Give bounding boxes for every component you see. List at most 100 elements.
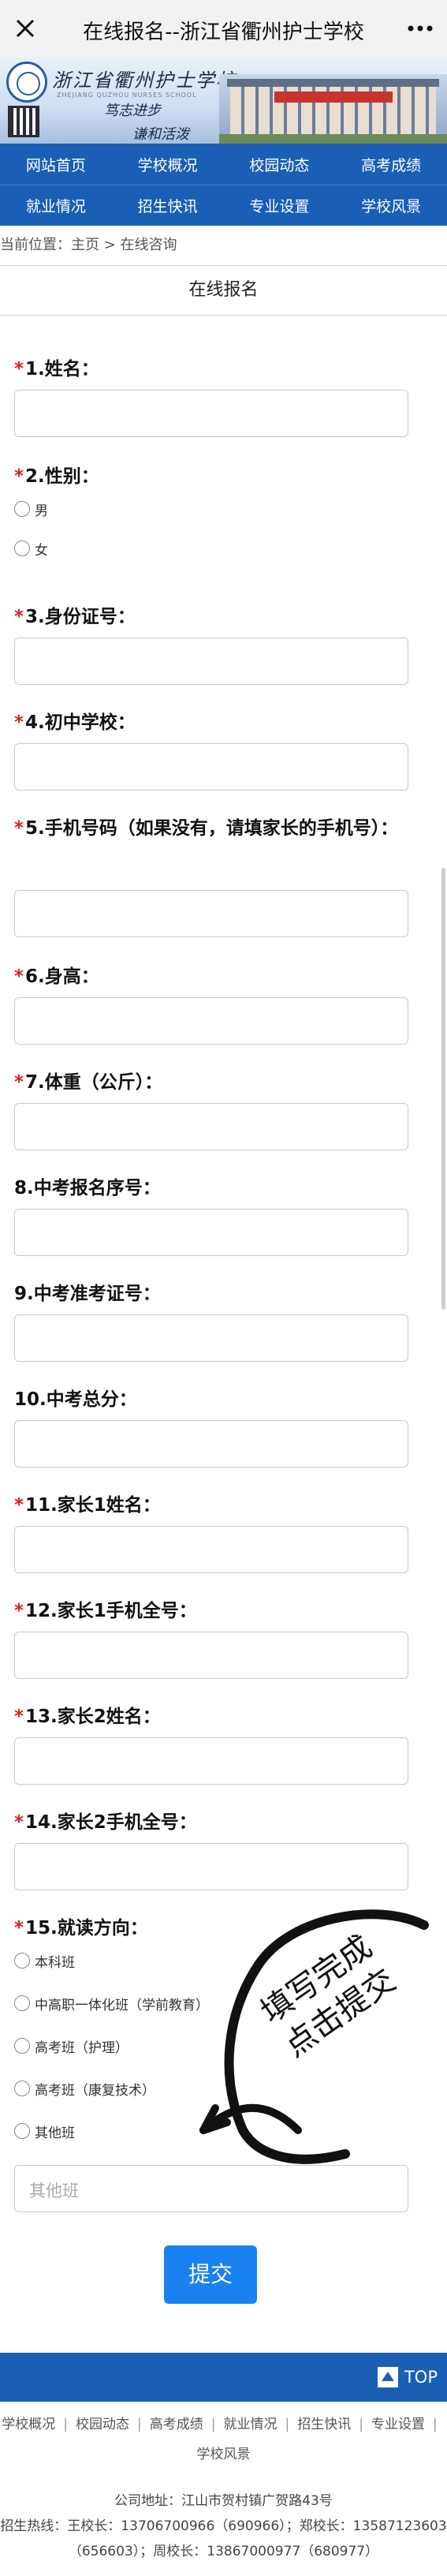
footer-link[interactable]: 学校概况 (2, 2417, 55, 2432)
weight-input[interactable] (14, 1103, 408, 1150)
field-label-text: 11.家长1姓名： (25, 1495, 161, 1516)
footer-separator: | (137, 2417, 142, 2432)
required-mark: * (14, 1812, 24, 1833)
radio-label: 高考班（康复技术） (35, 2082, 155, 2099)
field-name: *1.姓名： (14, 353, 408, 437)
building-ground (219, 134, 447, 144)
field-label-text: 15.就读方向： (25, 1918, 148, 1939)
direction-option-bachelor[interactable]: 本科班 (14, 1949, 75, 1972)
field-parent2-name: *13.家长2姓名： (14, 1701, 408, 1785)
field-label: 8.中考报名序号： (14, 1178, 161, 1198)
field-label: *13.家长2姓名： (14, 1701, 408, 1733)
nav-item-campus-news[interactable]: 校园动态 (224, 154, 336, 175)
field-label: 9.中考准考证号： (14, 1284, 161, 1304)
footer-address: 公司地址：江山市贺村镇广贺路43号 (114, 2493, 333, 2509)
building-sign (274, 92, 393, 103)
direction-option-rehab[interactable]: 高考班（康复技术） (14, 2077, 155, 2100)
gender-option-male[interactable]: 男 (14, 497, 48, 521)
field-label-text: 4.初中学校： (25, 712, 136, 733)
radio-button[interactable] (14, 2038, 30, 2054)
breadcrumb-home[interactable]: 主页 (71, 237, 99, 253)
radio-button[interactable] (14, 501, 30, 517)
footer-separator: | (210, 2417, 216, 2432)
radio-button[interactable] (14, 1995, 30, 2011)
nav-item-exam-results[interactable]: 高考成绩 (335, 154, 447, 175)
breadcrumb-separator: > (99, 237, 121, 253)
nav-row-2: 就业情况 招生快讯 专业设置 学校风景 (0, 185, 447, 226)
field-phone: *5.手机号码（如果没有，请填家长的手机号）： (14, 813, 408, 937)
radio-button[interactable] (14, 2081, 30, 2096)
required-mark: * (14, 466, 24, 487)
nav-item-admissions[interactable]: 招生快讯 (112, 195, 224, 216)
nav-item-scenery[interactable]: 学校风景 (335, 195, 447, 216)
phone-input[interactable] (14, 890, 408, 937)
footer-link[interactable]: 专业设置 (371, 2417, 425, 2432)
direction-option-other[interactable]: 其他班 (14, 2119, 75, 2143)
required-mark: * (14, 1707, 24, 1727)
footer-link[interactable]: 招生快讯 (297, 2417, 351, 2432)
scrollbar[interactable] (441, 868, 445, 1310)
nav-item-employment[interactable]: 就业情况 (0, 195, 112, 216)
nav-item-home[interactable]: 网站首页 (0, 154, 112, 175)
required-mark: * (14, 607, 24, 627)
footer-separator: | (63, 2417, 69, 2432)
nav-item-overview[interactable]: 学校概况 (112, 154, 224, 175)
field-label: *12.家长1手机全号： (14, 1595, 408, 1627)
radio-button[interactable] (14, 2123, 30, 2139)
radio-label: 本科班 (35, 1954, 75, 1971)
middle-school-input[interactable] (14, 743, 408, 791)
required-mark: * (14, 1072, 24, 1093)
submit-button[interactable]: 提交 (164, 2245, 257, 2304)
field-exam-serial: 8.中考报名序号： (14, 1172, 408, 1256)
radio-label: 女 (35, 542, 48, 559)
field-label: *2.性别： (14, 461, 408, 492)
required-mark: * (14, 359, 24, 379)
back-to-top-button[interactable]: TOP (377, 2364, 438, 2391)
radio-label: 男 (35, 503, 48, 519)
breadcrumb-prefix: 当前位置： (0, 237, 71, 253)
arrow-up-icon (377, 2367, 398, 2387)
id-number-input[interactable] (14, 637, 408, 685)
required-mark: * (14, 1601, 24, 1621)
field-label-text: 1.姓名： (25, 359, 99, 379)
gender-option-female[interactable]: 女 (14, 537, 48, 560)
motto-line-2: 谦和活泼 (132, 126, 189, 143)
exam-serial-input[interactable] (14, 1209, 408, 1256)
more-options-icon[interactable] (404, 14, 436, 43)
nav-item-majors[interactable]: 专业设置 (224, 195, 336, 216)
parent2-name-input[interactable] (14, 1737, 408, 1785)
field-label-text: 2.性别： (25, 466, 99, 487)
footer-link[interactable]: 高考成绩 (150, 2417, 203, 2432)
footer-separator: | (285, 2417, 290, 2432)
footer-link[interactable]: 就业情况 (224, 2417, 278, 2432)
field-label-text: 5.手机号码（如果没有，请填家长的手机号）： (25, 818, 399, 839)
radio-button[interactable] (14, 1953, 30, 1968)
other-class-placeholder: 其他班 (29, 2182, 79, 2200)
field-id-number: *3.身份证号： (14, 601, 408, 685)
handwritten-hint-overlay: 填写完成 点击提交 (199, 1909, 429, 2164)
motto-line-1: 笃志进步 (104, 103, 161, 119)
field-label-text: 6.身高： (25, 966, 99, 987)
required-mark: * (14, 966, 24, 987)
radio-label: 其他班 (35, 2125, 75, 2141)
field-label: *7.体重（公斤）： (14, 1067, 408, 1098)
parent1-name-input[interactable] (14, 1526, 408, 1573)
footer-link[interactable]: 学校风景 (197, 2447, 251, 2462)
name-input[interactable] (14, 390, 408, 437)
radio-button[interactable] (14, 540, 30, 556)
parent2-phone-input[interactable] (14, 1843, 408, 1890)
footer-links: 学校概况 | 校园动态 | 高考成绩 | 就业情况 | 招生快讯 | 专业设置 | 学校风景 (0, 2410, 447, 2469)
close-icon[interactable] (11, 14, 39, 43)
exam-score-input[interactable] (14, 1420, 408, 1467)
height-input[interactable] (14, 997, 408, 1045)
footer-link[interactable]: 校园动态 (76, 2417, 129, 2432)
school-name: 浙江省衢州护士学校 (52, 69, 237, 92)
footer-separator: | (432, 2417, 438, 2432)
direction-option-nursing[interactable]: 高考班（护理） (14, 2034, 129, 2058)
parent1-phone-input[interactable] (14, 1632, 408, 1679)
school-name-en: ZHEJIANG QUZHOU NURSES SCHOOL (57, 92, 197, 99)
breadcrumb-current[interactable]: 在线咨询 (121, 237, 177, 253)
exam-ticket-input[interactable] (14, 1314, 408, 1362)
other-class-input[interactable]: 其他班 (14, 2165, 408, 2212)
field-label: *1.姓名： (14, 353, 408, 385)
